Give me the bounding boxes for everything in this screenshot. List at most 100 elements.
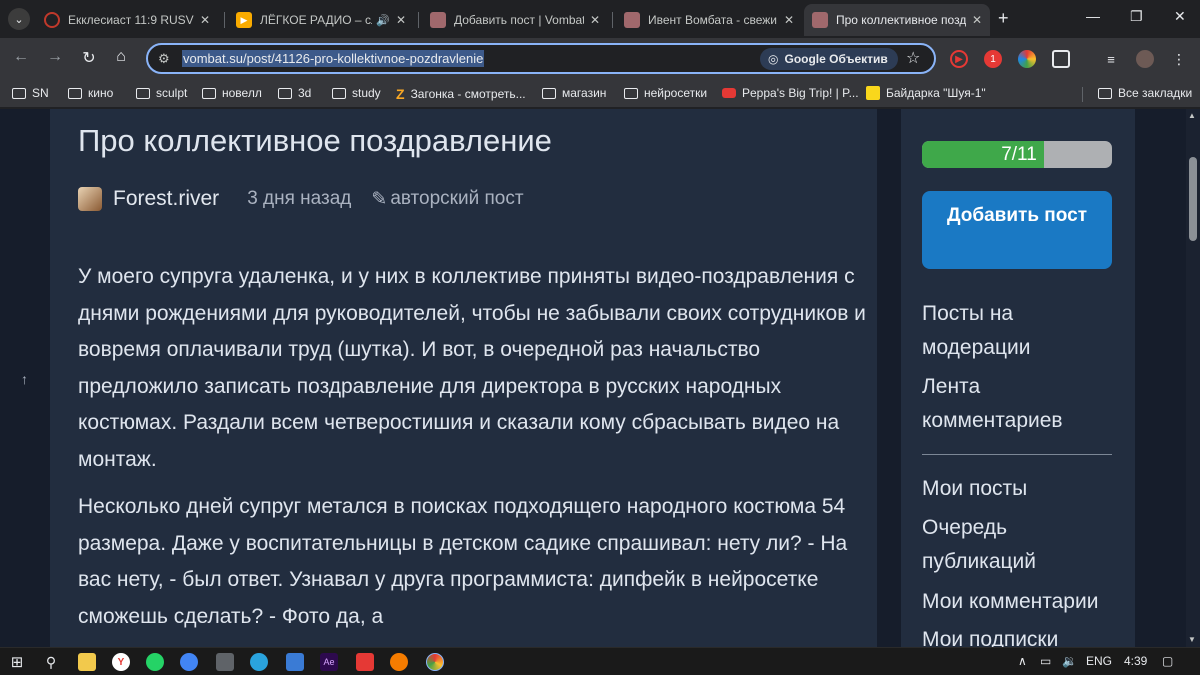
bookmark-folder[interactable]: SN [12,86,49,100]
sidebar-link-my-subscriptions[interactable]: Мои подписки [922,623,1122,647]
sidebar-link-my-posts[interactable]: Мои посты [922,472,1122,506]
bookmark-label: study [352,86,381,100]
reading-list-icon[interactable]: ≡ [1102,50,1120,68]
telegram-icon[interactable] [250,653,268,671]
bookmark-folder[interactable]: sculpt [136,86,187,100]
youtube-icon [722,88,736,98]
chrome-blue-icon[interactable] [180,653,198,671]
bookmark-link[interactable]: Peppa's Big Trip! | P... [722,86,859,100]
network-icon[interactable]: ▭ [1040,654,1051,668]
windows-start-icon[interactable]: ⊞ [8,653,26,671]
sidebar-link-my-comments[interactable]: Мои комментарии [922,585,1122,619]
post-body: У моего супруга удаленка, и у них в колл… [78,259,868,646]
record-extension-icon[interactable]: ▶ [950,50,968,68]
forward-icon[interactable]: → [44,48,66,66]
chrome-icon[interactable] [426,653,444,671]
address-bar[interactable]: ⚙ vombat.su/post/41126-pro-kollektivnoe-… [146,43,936,74]
home-icon[interactable]: ⌂ [110,48,132,66]
scroll-up-arrow-icon[interactable]: ▲ [1188,111,1196,120]
whatsapp-icon[interactable] [146,653,164,671]
bookmark-label: Байдарка "Шуя-1" [886,86,986,100]
yandex-browser-icon[interactable]: Y [112,653,130,671]
add-post-button[interactable]: Добавить пост [922,191,1112,269]
restore-icon[interactable]: ❐ [1130,8,1143,25]
lens-icon: ◎ [768,52,779,66]
author-avatar[interactable] [78,187,102,211]
progress-label: 7/11 [1001,144,1037,165]
notifications-icon[interactable]: ▢ [1162,654,1173,668]
clock[interactable]: 4:39 [1124,654,1147,668]
adblock-extension-icon[interactable]: 1 [984,50,1002,68]
scroll-thumb[interactable] [1189,157,1197,241]
all-bookmarks-folder[interactable]: Все закладки [1098,86,1192,100]
color-extension-icon[interactable] [1018,50,1036,68]
zagonka-icon: Z [396,86,405,102]
bookmark-star-icon[interactable]: ☆ [906,48,920,68]
url-text[interactable]: vombat.su/post/41126-pro-kollektivnoe-po… [182,50,485,67]
bookmark-folder[interactable]: новелл [202,86,262,100]
folder-icon [202,87,216,99]
volume-icon[interactable]: 🔉 [1062,654,1077,668]
back-icon[interactable]: ← [10,48,32,66]
blender-icon[interactable] [390,653,408,671]
tab-4[interactable]: Ивент Вомбата - свежи ✕ [616,4,802,36]
tab-search-button[interactable]: ⌄ [8,8,30,30]
bookmark-folder[interactable]: магазин [542,86,606,100]
close-icon[interactable]: ✕ [972,13,982,27]
scroll-to-top-icon[interactable]: ↑ [21,371,28,387]
bookmark-label: нейросетки [644,86,708,100]
post-time: 3 дня назад [247,188,352,209]
sidebar-link-moderation[interactable]: Посты на модерации [922,297,1122,365]
author-link[interactable]: Forest.river [113,187,219,211]
extensions-puzzle-icon[interactable] [1052,50,1070,68]
after-effects-icon[interactable]: Ae [320,653,338,671]
google-lens-button[interactable]: ◎ Google Объектив [760,48,898,70]
bookmark-folder[interactable]: 3d [278,86,311,100]
wombat-icon [812,12,828,28]
bookmark-label: SN [32,86,49,100]
bookmark-folder[interactable]: нейросетки [624,86,707,100]
bookmark-folder[interactable]: study [332,86,381,100]
post-paragraph: Несколько дней супруг метался в поисках … [78,495,848,628]
file-explorer-icon[interactable] [78,653,96,671]
tab-2[interactable]: ▶ ЛЁГКОЕ РАДИО – сл 🔊 ✕ [228,4,414,36]
tab-divider [418,12,419,28]
new-tab-button[interactable]: + [998,8,1009,29]
language-indicator[interactable]: ENG [1086,654,1112,668]
scroll-down-arrow-icon[interactable]: ▼ [1188,635,1196,644]
profile-avatar[interactable] [1136,50,1154,68]
bookmark-link[interactable]: Z Загонка - смотреть... [396,86,526,102]
folder-icon [542,87,556,99]
tray-chevron-icon[interactable]: ∧ [1018,654,1027,668]
tab-1[interactable]: Екклесиаст 11:9 RUSV - Е ✕ [36,4,218,36]
reload-icon[interactable]: ↻ [78,48,100,68]
sidebar-divider [922,454,1112,455]
close-icon[interactable]: ✕ [200,13,210,27]
youtube-icon: ▶ [236,12,252,28]
bookmark-link[interactable]: Байдарка "Шуя-1" [866,86,986,100]
sidebar-link-queue[interactable]: Очередь публикаций [922,511,1122,579]
site-settings-icon[interactable]: ⚙ [158,51,170,67]
bookmark-folder[interactable]: кино [68,86,113,100]
wombat-icon [624,12,640,28]
close-icon[interactable]: ✕ [590,13,600,27]
web-page: ↑ Про коллективное поздравление Forest.r… [0,109,1200,647]
sidebar-link-comments-feed[interactable]: Лента комментариев [922,370,1122,438]
app-cube-icon[interactable] [286,653,304,671]
page-scrollbar[interactable]: ▲ ▼ [1186,109,1200,647]
browser-toolbar: ← → ↻ ⌂ ⚙ vombat.su/post/41126-pro-kolle… [0,38,1200,80]
calculator-icon[interactable] [216,653,234,671]
minimize-icon[interactable]: — [1086,8,1100,24]
figma-icon[interactable] [356,653,374,671]
folder-icon [136,87,150,99]
menu-kebab-icon[interactable]: ⋮ [1170,50,1188,68]
bookmarks-bar: SN кино sculpt новелл 3d study Z Загонка … [0,80,1200,108]
tab-3[interactable]: Добавить пост | Vombat ✕ [422,4,608,36]
tab-5-active[interactable]: Про коллективное позд ✕ [804,4,990,36]
close-window-icon[interactable]: ✕ [1174,8,1186,25]
speaker-icon[interactable]: 🔊 [376,14,390,27]
close-icon[interactable]: ✕ [784,13,794,27]
tab-title: ЛЁГКОЕ РАДИО – сл [260,13,373,27]
search-icon[interactable]: ⚲ [42,653,60,671]
close-icon[interactable]: ✕ [396,13,406,27]
